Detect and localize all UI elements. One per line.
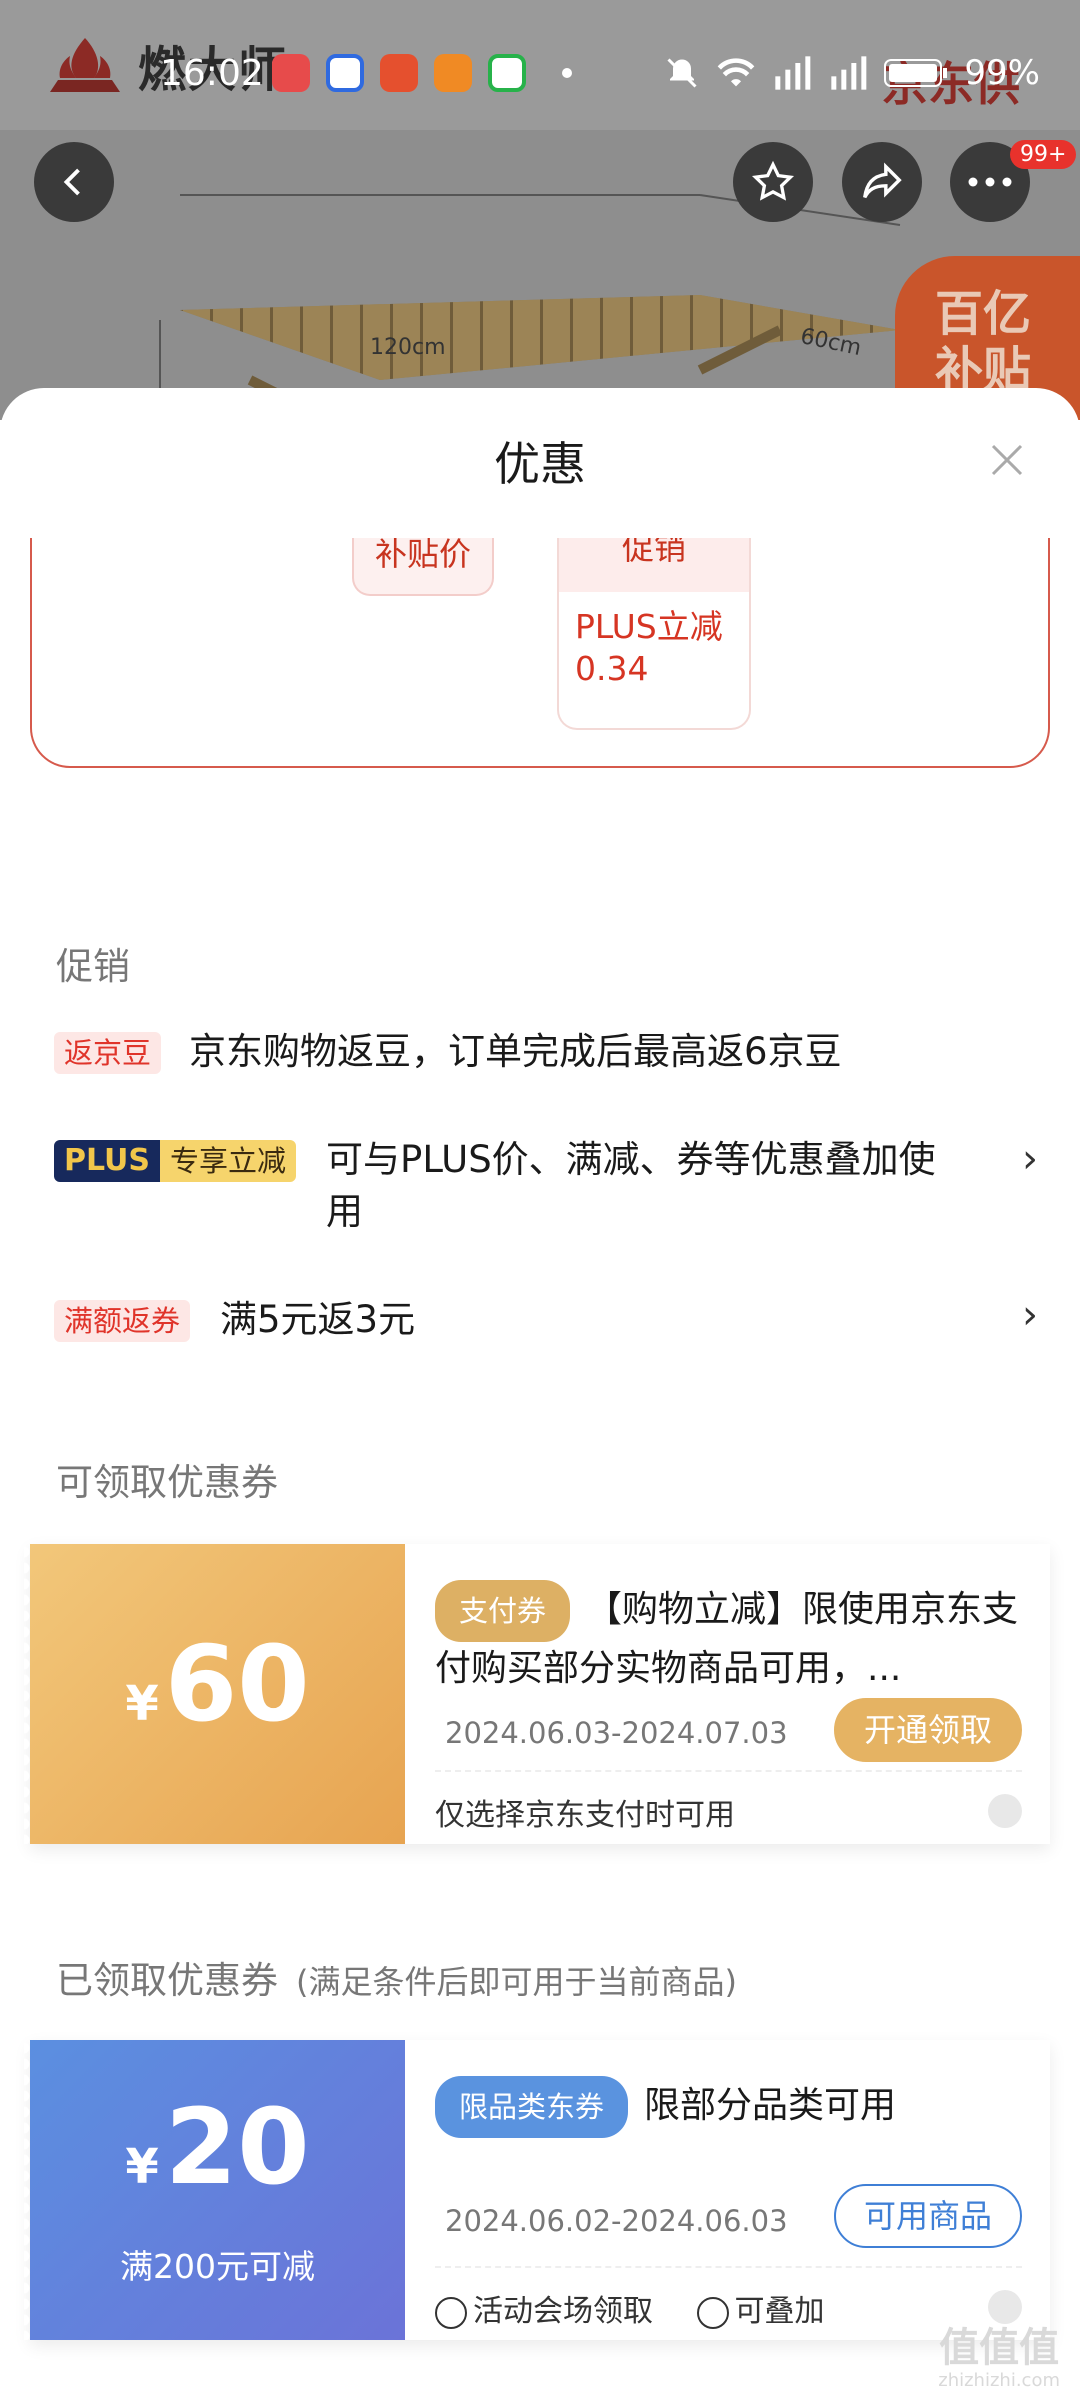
claimed-section-title: 已领取优惠券 (满足条件后即可用于当前商品)	[56, 1950, 737, 2004]
battery-percent: 99%	[964, 53, 1040, 93]
coupon-footer-2[interactable]: 活动会场领取 可叠加	[435, 2266, 1022, 2330]
coupon-type-tag-2: 限品类东券	[435, 2076, 629, 2138]
signal-5g-icon	[775, 56, 811, 90]
app-icon-3	[380, 54, 418, 92]
coupon-footer-text: 仅选择京东支付时可用	[435, 1798, 735, 1833]
coupon-footer[interactable]: 仅选择京东支付时可用	[435, 1770, 1022, 1834]
promo-box-value: PLUS立减0.34	[575, 607, 723, 688]
expand-chevron-icon	[988, 1794, 1022, 1828]
plus-text: 可与PLUS价、满减、券等优惠叠加使用	[326, 1138, 936, 1233]
chevron-right-icon-2: ›	[1022, 1292, 1038, 1338]
coupon-amount-2: ¥20	[125, 2092, 309, 2222]
plus-tag-label: PLUS	[54, 1140, 161, 1182]
signal-5g-icon-2	[831, 56, 867, 90]
coupon-amount-panel: ¥60	[24, 1544, 405, 1844]
promo-box-header: 促销	[559, 538, 749, 592]
close-button[interactable]	[985, 438, 1029, 482]
applicable-products-button[interactable]: 可用商品	[833, 2184, 1022, 2248]
coupon-validity-date: 2024.06.03-2024.07.03	[445, 1716, 788, 1750]
promotion-section-title: 促销	[56, 945, 130, 988]
subsidy-badge-line1: 百亿	[935, 286, 1032, 342]
message-count-badge: 99+	[1010, 140, 1077, 169]
coupon-return-tag: 满额返券	[54, 1300, 191, 1342]
coupon-return-text: 满5元返3元	[220, 1298, 416, 1341]
price-breakdown-card: 补贴价 促销 PLUS立减0.34	[30, 538, 1050, 768]
status-time: 16:02	[160, 52, 264, 94]
coupon-card-payment: ¥60 支付券 【购物立减】限使用京东支付购买部分实物商品可用，... 2024.…	[24, 1544, 1050, 1844]
notification-dot	[562, 68, 572, 78]
coupon-amount-panel-2: ¥20 满200元可减	[24, 2040, 405, 2340]
status-right-icons: 99%	[664, 53, 1040, 93]
jingdou-tag: 返京豆	[54, 1032, 162, 1074]
stack-icon	[696, 2296, 729, 2329]
coupon-amount-value: 60	[164, 1623, 310, 1745]
subsidy-price-pill: 补贴价	[352, 538, 494, 596]
promo-row-jingdou: 返京豆 京东购物返豆，订单完成后最高返6京豆	[54, 1030, 1050, 1078]
sheet-title: 优惠	[494, 437, 586, 491]
jingdou-text: 京东购物返豆，订单完成后最高返6京豆	[189, 1030, 842, 1073]
currency-symbol: ¥	[125, 1676, 159, 1732]
coupon-footer-b: 可叠加	[734, 2294, 825, 2329]
open-claim-button[interactable]: 开通领取	[833, 1698, 1022, 1762]
coupon-detail-2: 限品类东券 限部分品类可用 2024.06.02-2024.06.03 可用商品 …	[405, 2040, 1050, 2340]
expand-chevron-icon-2	[988, 2290, 1022, 2324]
watermark: 值值值 zhizhizhi.com	[938, 2326, 1060, 2392]
promo-row-coupon-return[interactable]: 满额返券 满5元返3元 ›	[54, 1292, 1050, 1346]
claimed-title-text: 已领取优惠券	[56, 1959, 278, 2002]
coupon-title: 支付券 【购物立减】限使用京东支付购买部分实物商品可用，...	[435, 1580, 1022, 1696]
battery-icon	[884, 59, 948, 87]
app-icon-1	[272, 54, 310, 92]
plus-tag: PLUS 专享立减	[54, 1140, 297, 1182]
plus-tag-sub: 专享立减	[160, 1140, 297, 1182]
promo-deduction-box: 促销 PLUS立减0.34	[557, 538, 751, 730]
star-icon	[751, 160, 795, 201]
coupon-card-category: ¥20 满200元可减 限品类东券 限部分品类可用 2024.06.02-2024…	[24, 2040, 1050, 2340]
coupon-amount-value-2: 20	[164, 2086, 310, 2208]
close-icon	[991, 444, 1023, 476]
notification-app-icons	[272, 54, 572, 92]
chevron-right-icon: ›	[1022, 1136, 1038, 1182]
more-dots-icon	[968, 177, 1012, 187]
favorite-button[interactable]	[733, 142, 813, 222]
app-icon-5	[488, 54, 526, 92]
chevron-left-icon	[63, 168, 80, 196]
coupon-title-text-2: 限部分品类可用	[644, 2085, 897, 2126]
share-icon	[863, 162, 902, 199]
venue-icon	[435, 2296, 467, 2329]
watermark-sub: zhizhizhi.com	[938, 2370, 1060, 2391]
claimable-section-title: 可领取优惠券	[56, 1461, 278, 1504]
coupon-title-2: 限品类东券 限部分品类可用	[435, 2076, 1022, 2138]
dimension-length-label: 120cm	[370, 335, 446, 360]
share-button[interactable]	[842, 142, 922, 222]
coupon-type-tag: 支付券	[435, 1580, 571, 1642]
coupon-footer-a: 活动会场领取	[473, 2294, 653, 2329]
promo-row-plus[interactable]: PLUS 专享立减 可与PLUS价、满减、券等优惠叠加使用 ›	[54, 1136, 1050, 1238]
coupon-condition: 满200元可减	[120, 2247, 315, 2286]
coupon-validity-date-2: 2024.06.02-2024.06.03	[445, 2204, 788, 2238]
wifi-icon	[718, 58, 755, 87]
coupon-detail: 支付券 【购物立减】限使用京东支付购买部分实物商品可用，... 2024.06.0…	[405, 1544, 1050, 1844]
currency-symbol-2: ¥	[125, 2139, 159, 2195]
back-button[interactable]	[34, 142, 114, 222]
discount-sheet: 优惠 补贴价 促销 PLUS立减0.34 促销 返京豆 京东购物返豆，订单完成后…	[0, 388, 1080, 2400]
app-icon-4	[434, 54, 472, 92]
baidu-icon	[326, 54, 364, 92]
claimed-note: (满足条件后即可用于当前商品)	[296, 1963, 737, 2001]
status-bar: 16:02 99%	[0, 38, 1080, 108]
coupon-amount: ¥60	[125, 1629, 309, 1759]
watermark-text: 值值值	[939, 2325, 1060, 2371]
mute-icon	[667, 58, 697, 88]
